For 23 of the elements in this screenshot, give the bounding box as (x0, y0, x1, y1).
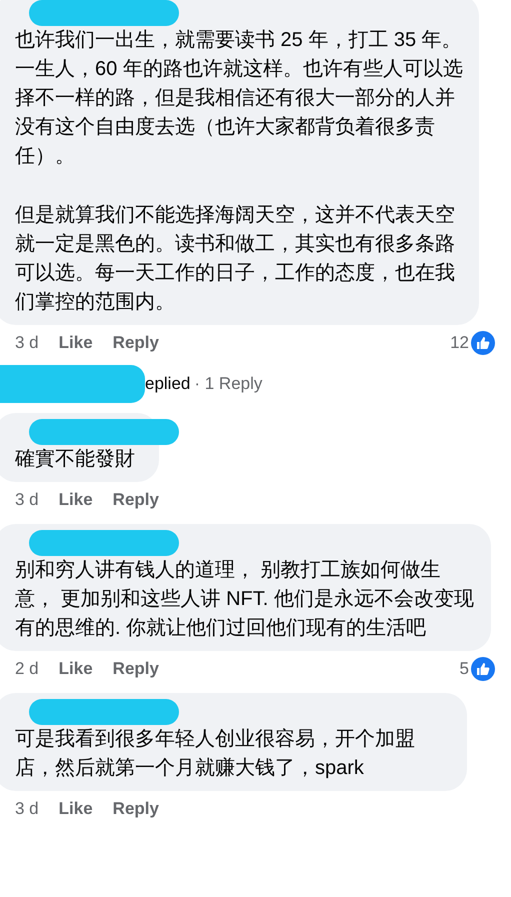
like-link[interactable]: Like (58, 330, 93, 356)
like-link[interactable]: Like (58, 487, 93, 513)
reply-link[interactable]: Reply (112, 656, 159, 682)
comment-text: 可是我看到很多年轻人创业很容易，开个加盟店，然后就第一个月就赚大钱了，spark (15, 727, 416, 781)
replied-text[interactable]: eplied (145, 371, 190, 397)
reaction-count: 5 (460, 658, 469, 680)
comment-text: 也许我们一出生，就需要读书 25 年，打工 35 年。一生人，60 年的路也许就这样。也许有些人可以选择不一样的路，但是我相信还有很大一部分的人并没有这个自由度去选（也许大家都背负着很多责任）。 (15, 28, 463, 169)
reply-link[interactable]: Reply (112, 796, 159, 822)
comment-time: 2 d (15, 658, 39, 680)
like-link[interactable]: Like (58, 796, 93, 822)
comment-time: 3 d (15, 798, 39, 820)
reaction-count: 12 (450, 332, 469, 354)
comment-text: 確實不能發財 (15, 447, 136, 472)
reply-link[interactable]: Reply (112, 330, 159, 356)
comment-time: 3 d (15, 489, 39, 512)
comment-text: 但是就算我们不能选择海阔天空，这并不代表天空就一定是黑色的。读书和做工，其实也有很多条路可以选。每一天工作的日子，工作的态度，也在我们掌控的范围内。 (15, 203, 456, 315)
like-link[interactable]: Like (58, 656, 93, 682)
reply-count[interactable]: · 1 Reply (194, 371, 262, 397)
thumbs-up-icon (471, 657, 495, 681)
comment-time: 3 d (15, 332, 39, 354)
reply-link[interactable]: Reply (112, 487, 159, 513)
thumbs-up-icon (471, 331, 495, 355)
comment-text: 别和穷人讲有钱人的道理， 别教打工族如何做生意， 更加别和这些人讲 NFT. 他们是永远不会改变现有的思维的. 你就让他们过回他们现有的生活吧 (15, 558, 475, 641)
